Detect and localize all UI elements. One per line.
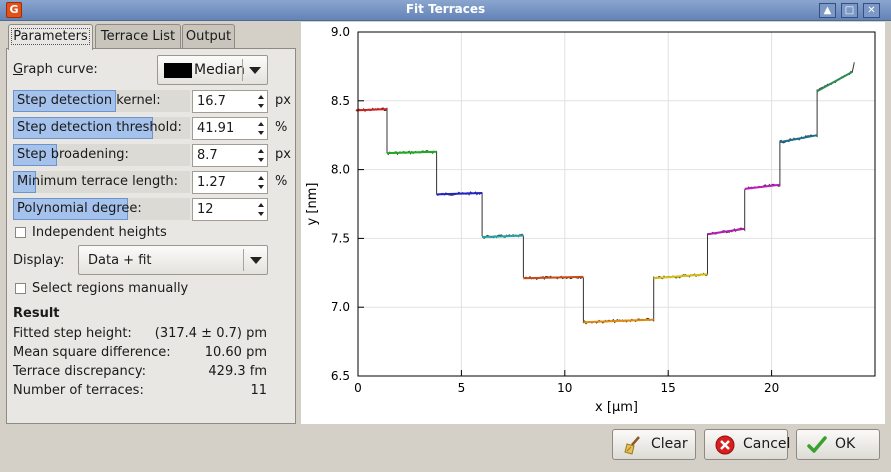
window-title: Fit Terraces [405,2,486,16]
spin-value: 1.27 [197,175,226,190]
cancel-icon [715,435,735,455]
broom-icon [624,436,640,455]
display-combo[interactable]: Data + fit [78,245,268,275]
select-regions-checkbox[interactable] [15,283,26,294]
unit-label: % [275,174,288,189]
step-broadening-spin[interactable]: 8.7 [192,144,268,167]
tab-parameters[interactable]: Parameters [8,24,93,50]
chevron-down-icon [250,257,262,264]
number-of-terraces-label: Number of terraces: [13,383,144,398]
spin-value: 16.7 [197,94,226,109]
polynomial-degree-slider[interactable]: Polynomial degree: [13,198,190,220]
y-tick-label: 8.5 [331,94,350,108]
terrace-fit-1 [355,108,388,112]
checkmark-icon [807,436,827,453]
graph-curve-value: Median [194,62,245,78]
ok-button[interactable]: OK [796,429,880,460]
y-tick-label: 7.5 [331,231,350,245]
step-detection-threshold-spin[interactable]: 41.91 [192,117,268,140]
terrace-discrepancy-value: 429.3 fm [208,364,267,379]
window-up-icon[interactable]: ▲ [819,3,836,18]
polynomial-degree-spin[interactable]: 12 [192,198,268,221]
curve-color-swatch [164,63,192,78]
graph-area[interactable]: 0 5 10 15 20 6.5 7.0 7.5 8.0 8.5 9.0 x [µm] y [nm] [301,22,885,424]
fitted-step-height-value: (317.4 ± 0.7) pm [154,326,267,341]
minimum-terrace-length-slider[interactable]: Minimum terrace length: [13,171,190,193]
fitted-step-height-label: Fitted step height: [13,326,132,341]
terrace-fit-9 [744,183,781,190]
independent-heights-label: Independent heights [32,225,167,240]
independent-heights-checkbox[interactable] [15,227,26,238]
spin-value: 8.7 [197,148,218,163]
tab-terrace-list[interactable]: Terrace List [95,24,181,49]
step-detection-kernel-label: Step detection kernel: [17,93,161,108]
display-label: Display: [13,253,65,268]
clear-button-label: Clear [651,436,688,452]
polynomial-degree-label: Polynomial degree: [17,201,142,216]
terrace-fit-8 [707,227,745,236]
terrace-fit-4 [482,234,524,238]
x-tick-label: 20 [764,381,779,395]
graph-curve-combo[interactable]: Median [157,55,268,85]
mean-square-difference-value: 10.60 pm [204,345,267,360]
title-bar: G Fit Terraces ▲ □ ✕ [0,0,891,21]
select-regions-label: Select regions manually [32,281,189,296]
x-tick-label: 15 [661,381,676,395]
terrace-discrepancy-label: Terrace discrepancy: [13,364,147,379]
spin-value: 41.91 [197,121,235,136]
data-curve [355,62,855,325]
spin-value: 12 [197,202,214,217]
y-tick-label: 7.0 [331,300,350,314]
x-tick-label: 5 [458,381,466,395]
ok-button-label: OK [835,436,856,452]
x-tick-label: 0 [354,381,362,395]
window-close-icon[interactable]: ✕ [863,3,880,18]
unit-label: % [275,120,288,135]
mean-square-difference-label: Mean square difference: [13,345,171,360]
step-detection-threshold-slider[interactable]: Step detection threshold: [13,117,190,139]
window-maximize-icon[interactable]: □ [841,3,858,18]
unit-label: px [275,93,291,108]
step-detection-threshold-label: Step detection threshold: [17,120,182,135]
y-tick-label: 9.0 [331,25,350,39]
cancel-button-label: Cancel [743,436,791,452]
x-axis-label: x [µm] [595,400,638,415]
number-of-terraces-value: 11 [250,383,267,398]
minimum-terrace-length-spin[interactable]: 1.27 [192,171,268,194]
terrace-fit-6 [583,318,654,324]
graph-curve-label: Graph curve: [13,62,98,77]
terrace-fit-3 [436,192,483,196]
y-axis-label: y [nm] [305,183,320,226]
terrace-fit-5 [523,275,584,280]
display-value: Data + fit [88,253,152,268]
plot-frame [357,31,876,377]
clear-button[interactable]: Clear [612,429,696,460]
y-tick-label: 8.0 [331,163,350,177]
cancel-button[interactable]: Cancel [704,429,791,460]
step-detection-kernel-spin[interactable]: 16.7 [192,90,268,113]
result-heading: Result [13,306,60,321]
x-tick-label: 10 [557,381,572,395]
terrace-fit-10 [779,134,818,144]
terrace-fit-2 [386,150,437,155]
tab-output[interactable]: Output [182,24,235,49]
step-detection-kernel-slider[interactable]: Step detection kernel: [13,90,190,112]
terrace-chart[interactable]: 0 5 10 15 20 6.5 7.0 7.5 8.0 8.5 9.0 x [µm] y [nm] [301,22,885,424]
minimum-terrace-length-label: Minimum terrace length: [17,174,178,189]
y-tick-label: 6.5 [331,369,350,383]
terrace-fit-11 [816,71,853,93]
step-broadening-label: Step broadening: [17,147,129,162]
unit-label: px [275,147,291,162]
step-broadening-slider[interactable]: Step broadening: [13,144,190,166]
terrace-fit-7 [653,273,708,280]
chevron-down-icon [249,67,261,74]
